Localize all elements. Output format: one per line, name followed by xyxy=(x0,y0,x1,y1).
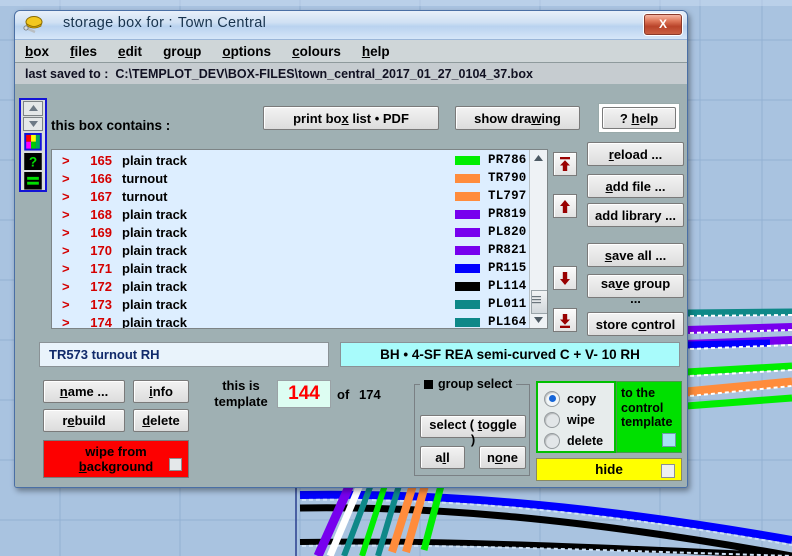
menubar: box files edit group options colours hel… xyxy=(15,40,687,63)
spin-down-icon[interactable] xyxy=(23,116,43,132)
delete-button[interactable]: delete xyxy=(133,409,189,432)
list-item[interactable]: >173 plain track xyxy=(52,295,452,313)
wipe-from-background-button[interactable]: wipe from background xyxy=(43,440,189,478)
list-item[interactable]: >172 plain track xyxy=(52,277,452,295)
show-drawing-button[interactable]: show drawing xyxy=(455,106,580,130)
list-item[interactable]: >170 plain track xyxy=(52,241,452,259)
colour-swatch xyxy=(455,227,480,237)
save-all-button[interactable]: save all ... xyxy=(587,243,684,267)
spin-up-icon[interactable] xyxy=(23,101,43,116)
radio-indicator[interactable] xyxy=(544,411,560,428)
scrollbar-thumb[interactable] xyxy=(531,290,547,314)
tools-icon xyxy=(23,16,43,34)
template-spec-status: BH • 4-SF REA semi-curved C + V- 10 RH xyxy=(340,342,680,367)
save-group-button[interactable]: save group ... xyxy=(587,274,684,306)
control-template-checkbox[interactable] xyxy=(662,433,676,447)
wipe-line-1: wipe from xyxy=(85,444,147,459)
move-to-bottom-button[interactable] xyxy=(553,308,577,332)
print-box-list-pdf-button[interactable]: print box list • PDF xyxy=(263,106,439,130)
radio-option-copy[interactable]: copy xyxy=(544,388,614,409)
of-label: of xyxy=(337,387,350,402)
help-question-icon[interactable]: ? xyxy=(24,152,42,171)
move-down-button[interactable] xyxy=(553,266,577,290)
window-title: storage box for : Town Central xyxy=(63,15,266,31)
colour-palette-icon[interactable] xyxy=(24,133,42,151)
template-list-names: >165 plain track >166 turnout >167 turnout … xyxy=(52,150,452,329)
radio-option-delete[interactable]: delete xyxy=(544,430,614,451)
window-title-prefix: storage box for : xyxy=(63,15,173,31)
list-item[interactable]: >174 plain track xyxy=(52,313,452,329)
colour-swatch xyxy=(455,173,480,183)
menu-files[interactable]: files xyxy=(70,44,97,59)
template-list-colour-codes: PR786 TR790 TL797 PR819 PL820 PR821 PR11… xyxy=(452,150,547,328)
scroll-up-icon[interactable] xyxy=(530,150,547,166)
selected-template-status: TR573 turnout RH xyxy=(39,342,329,367)
select-none-button[interactable]: none xyxy=(479,446,526,469)
total-template-count: 174 xyxy=(359,387,381,402)
colour-swatch xyxy=(455,245,480,255)
equals-icon[interactable] xyxy=(24,172,42,190)
wipe-checkbox[interactable] xyxy=(169,458,182,471)
wipe-line-2: background xyxy=(78,459,154,474)
last-saved-label: last saved to : xyxy=(25,67,109,81)
hide-checkbox[interactable] xyxy=(661,464,675,478)
action-radio-group: copy wipe delete xyxy=(536,381,616,453)
last-saved-path: C:\TEMPLOT_DEV\BOX-FILES\town_central_20… xyxy=(115,67,533,81)
select-all-button[interactable]: all xyxy=(420,446,465,469)
current-template-number: 144 xyxy=(277,380,331,408)
colour-swatch xyxy=(455,209,480,219)
add-file-button[interactable]: add file ... xyxy=(587,174,684,198)
close-window-button[interactable]: X xyxy=(644,14,682,35)
menu-help[interactable]: help xyxy=(362,44,390,59)
name-button[interactable]: name ... xyxy=(43,380,125,403)
svg-text:?: ? xyxy=(29,155,37,170)
menu-box[interactable]: box xyxy=(25,44,49,59)
colour-swatch xyxy=(455,191,480,201)
menu-group[interactable]: group xyxy=(163,44,201,59)
info-button[interactable]: info xyxy=(133,380,189,403)
window-body: ? this box contains : print box list • P… xyxy=(15,84,687,487)
colour-swatch xyxy=(455,155,480,165)
scroll-down-icon[interactable] xyxy=(530,312,547,328)
box-contains-label: this box contains : xyxy=(51,118,171,133)
list-item[interactable]: >171 plain track xyxy=(52,259,452,277)
colour-swatch xyxy=(455,281,480,291)
window-title-name: Town Central xyxy=(177,15,267,31)
list-item[interactable]: >166 turnout xyxy=(52,169,452,187)
list-item[interactable]: >165 plain track xyxy=(52,151,452,169)
last-saved-path-bar: last saved to : C:\TEMPLOT_DEV\BOX-FILES… xyxy=(15,63,687,86)
left-toolbar: ? xyxy=(19,98,47,192)
storage-box-window: storage box for : Town Central X box file… xyxy=(14,10,688,488)
template-list[interactable]: >165 plain track >166 turnout >167 turnout … xyxy=(51,149,548,329)
help-button-frame: ? help xyxy=(598,103,680,133)
group-select-legend: group select xyxy=(420,377,517,391)
move-up-button[interactable] xyxy=(553,194,577,218)
radio-indicator[interactable] xyxy=(544,432,560,449)
store-control-button[interactable]: store control xyxy=(587,312,684,336)
group-marker-icon xyxy=(424,379,433,389)
select-toggle-button[interactable]: select ( toggle ) xyxy=(420,415,526,447)
list-scrollbar[interactable] xyxy=(529,150,547,328)
colour-swatch xyxy=(455,263,480,273)
list-item[interactable]: >168 plain track xyxy=(52,205,452,223)
list-item[interactable]: >169 plain track xyxy=(52,223,452,241)
menu-options[interactable]: options xyxy=(222,44,271,59)
radio-indicator[interactable] xyxy=(544,390,560,407)
add-library-button[interactable]: add library ... xyxy=(587,203,684,227)
reload-button[interactable]: reload ... xyxy=(587,142,684,166)
control-template-target-panel[interactable]: to the control template xyxy=(616,381,682,453)
menu-colours[interactable]: colours xyxy=(292,44,341,59)
colour-swatch xyxy=(455,299,480,309)
hide-button[interactable]: hide xyxy=(536,458,682,481)
colour-swatch xyxy=(455,317,480,327)
template-indicator-label: this is template xyxy=(214,378,268,409)
window-titlebar: storage box for : Town Central X xyxy=(15,11,687,40)
help-button[interactable]: ? help xyxy=(602,107,676,129)
menu-edit[interactable]: edit xyxy=(118,44,142,59)
rebuild-button[interactable]: rebuild xyxy=(43,409,125,432)
move-to-top-button[interactable] xyxy=(553,152,577,176)
radio-option-wipe[interactable]: wipe xyxy=(544,409,614,430)
list-item[interactable]: >167 turnout xyxy=(52,187,452,205)
